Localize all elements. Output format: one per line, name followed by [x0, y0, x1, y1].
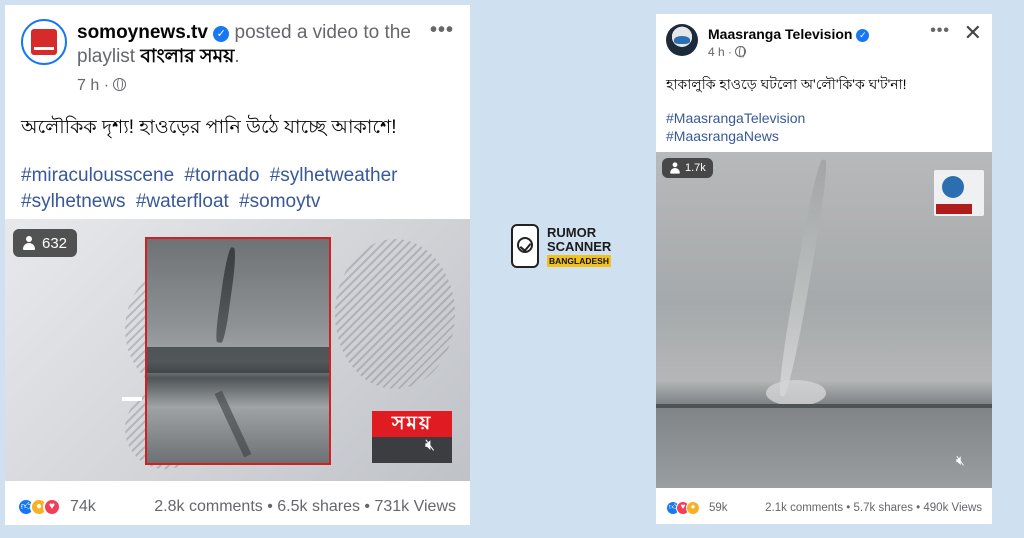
globe-icon — [113, 78, 127, 91]
page-avatar[interactable] — [21, 19, 67, 65]
hashtag-link[interactable]: #MaasrangaNews — [666, 127, 986, 145]
more-options-button[interactable]: ••• — [930, 22, 950, 40]
page-name-link[interactable]: Maasranga Television ✓ — [708, 26, 870, 42]
engagement-stats[interactable]: 2.8k comments • 6.5k shares • 731k Views — [154, 498, 456, 516]
somoy-logo-overlay: সময় — [372, 411, 452, 465]
post-meta: 7 h · — [77, 77, 127, 95]
maasranga-logo-overlay — [934, 170, 984, 216]
hashtag-link[interactable]: #sylhetnews — [21, 191, 126, 212]
post-time-link[interactable]: 7 h — [77, 77, 99, 94]
playlist-link[interactable]: বাংলার সময় — [140, 46, 234, 67]
phone-check-icon — [511, 224, 539, 268]
maasranga-post-card: Maasranga Television ✓ 4 h · ••• ✕ হাকাল… — [656, 14, 992, 524]
more-options-button[interactable]: ••• — [430, 19, 454, 42]
hashtag-list: #miraculousscene #tornado #sylhetweather… — [21, 163, 461, 215]
somoynews-post-card: somoynews.tv ✓ posted a video to the pla… — [5, 5, 470, 525]
viewer-count-badge: 632 — [13, 229, 78, 257]
tornado-funnel — [775, 158, 831, 398]
verified-badge-icon: ✓ — [213, 26, 230, 42]
verified-badge-icon: ✓ — [856, 29, 870, 42]
engagement-stats[interactable]: 2.1k comments • 5.7k shares • 490k Views — [765, 502, 982, 514]
post-title-line: somoynews.tv ✓ posted a video to the pla… — [77, 22, 411, 67]
love-reaction-icon: ♥ — [43, 498, 61, 516]
post-time-link[interactable]: 4 h — [708, 45, 725, 59]
person-icon — [670, 162, 680, 174]
hashtag-link[interactable]: #waterfloat — [136, 191, 229, 212]
rumor-scanner-logo: RUMOR SCANNER BANGLADESH — [511, 224, 621, 272]
mute-icon[interactable]: 🔇︎ — [956, 452, 965, 469]
tornado-video-frame — [145, 237, 331, 465]
reaction-icons[interactable]: 👍︎ ♥ ● — [666, 501, 700, 515]
video-player[interactable]: 1.7k 🔇︎ — [656, 152, 992, 488]
hashtag-link[interactable]: #miraculousscene — [21, 165, 174, 186]
page-avatar[interactable] — [666, 24, 698, 56]
post-footer: 👍︎ ● ♥ 74k 2.8k comments • 6.5k shares •… — [17, 495, 456, 519]
viewer-count-badge: 1.7k — [662, 158, 713, 178]
hashtag-link[interactable]: #somoytv — [239, 191, 320, 212]
hashtag-link[interactable]: #sylhetweather — [270, 165, 398, 186]
reaction-count[interactable]: 74k — [70, 498, 96, 516]
post-caption: হাকালুকি হাওড়ে ঘটলো অ'লৌ'কি'ক ঘ'ট'না! — [666, 76, 907, 92]
reaction-icons[interactable]: 👍︎ ● ♥ — [17, 498, 61, 516]
hashtag-list: #MaasrangaTelevision #MaasrangaNews — [666, 109, 986, 145]
globe-icon — [735, 46, 747, 58]
hashtag-link[interactable]: #tornado — [184, 165, 259, 186]
close-icon[interactable]: ✕ — [964, 20, 982, 46]
post-footer: 👍︎ ♥ ● 59k 2.1k comments • 5.7k shares •… — [666, 499, 982, 517]
wow-reaction-icon: ● — [686, 501, 700, 515]
video-player[interactable]: 632 সময় 🔇︎ — [5, 219, 470, 481]
video-marker — [122, 397, 142, 401]
page-name-link[interactable]: somoynews.tv — [77, 22, 208, 43]
post-header: somoynews.tv ✓ posted a video to the pla… — [21, 19, 454, 99]
kingfisher-icon — [942, 176, 964, 198]
background-graphic — [335, 239, 455, 389]
post-meta: 4 h · — [708, 45, 747, 59]
person-icon — [23, 236, 35, 250]
post-caption: অলৌকিক দৃশ্য! হাওড়ের পানি উঠে যাচ্ছে আক… — [21, 117, 397, 138]
hashtag-link[interactable]: #MaasrangaTelevision — [666, 109, 986, 127]
mute-icon[interactable]: 🔇︎ — [425, 437, 435, 455]
reaction-count[interactable]: 59k — [709, 502, 728, 514]
